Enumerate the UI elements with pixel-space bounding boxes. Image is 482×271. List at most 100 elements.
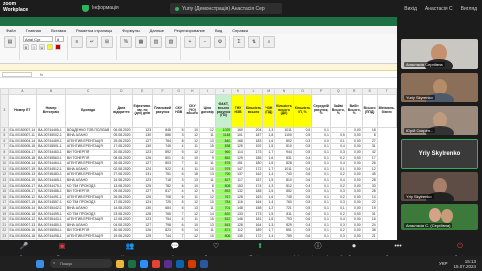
column-header[interactable]: Номер ЕТ [7,93,38,128]
italic-icon[interactable]: I [31,44,37,50]
table-cell[interactable]: 20.08.2020 [110,149,133,156]
column-header[interactable]: Бригада [64,93,112,128]
table-cell[interactable]: ВА-00745488-1 [36,188,66,195]
table-cell[interactable]: 17.08.2020 [110,199,133,206]
excel-taskbar-icon[interactable] [128,259,136,268]
participant-tile[interactable]: Yriy Skylrenko [401,172,478,201]
ribbon-tab[interactable]: Главная [26,28,41,34]
ribbon-tab[interactable]: Файл [6,28,16,34]
column-header[interactable]: СКУ НЗВ [171,93,186,128]
column-header[interactable]: Кількість всього [243,93,264,128]
table-cell[interactable]: 13.08.2020 [110,182,133,190]
sort-filter-icon[interactable]: ⇅ [248,36,260,48]
table-cell[interactable]: ЕА-00150006-17 [7,182,38,190]
table-cell[interactable]: 24.08.2020 [110,176,133,184]
table-cell[interactable]: ЕА-00150004-17 [7,149,38,156]
table-cell[interactable]: ВОЦДЕНКО ТОВ ПОЛІЗАВ [64,126,112,134]
word-taskbar-icon[interactable] [200,259,208,268]
file-explorer-icon[interactable] [116,259,124,268]
ribbon-tab[interactable]: Вставка [51,28,66,34]
column-header[interactable]: Всього (ППД) [361,93,378,128]
table-cell[interactable]: ВА-00744495-1 [36,210,66,218]
table-format-icon[interactable]: ▥ [150,36,162,48]
participant-tile-active[interactable]: Yriy Skylrenko [401,139,478,169]
ribbon-tab[interactable]: Разметка страницы [76,28,112,34]
ribbon-tab[interactable]: Вид [215,28,222,34]
table-cell[interactable]: 17.08.2020 [110,143,133,150]
table-cell[interactable]: ЕА-00150006-12 [7,193,38,201]
column-header[interactable]: Ціна договір [198,93,216,128]
formula-bar[interactable]: fx [0,71,397,78]
table-cell[interactable]: 25.08.2020 [110,137,133,145]
table-cell[interactable]: 27.08.2020 [110,171,133,178]
table-cell[interactable]: ВА-00744463-1 [36,149,66,156]
align-icon[interactable]: ≡ [71,36,83,48]
table-cell[interactable]: ЕА-00150007-11 [7,132,38,139]
table-cell[interactable]: 06.08.2020 [110,126,133,134]
table-cell[interactable]: 26.08.2020 [110,160,133,167]
font-size-box[interactable]: 8 [55,36,64,42]
taskbar-search-input[interactable]: ⌕ Пошук [50,259,112,268]
table-cell[interactable]: 02.08.2020 [110,165,133,173]
table-cell[interactable]: ЕА-00150005-18 [7,154,38,162]
table-cell[interactable]: ВА-00744491-1 [36,193,66,201]
column-header[interactable]: Дата відкриття [110,93,133,128]
column-header[interactable]: Плановий рахунок [152,93,173,128]
table-cell[interactable]: ВА-00744512-1 [36,165,66,173]
participant-tile[interactable]: Анастасія С. (Сергіївна) [401,204,478,230]
table-cell[interactable]: 19.08.2020 [110,232,133,240]
ribbon-tab[interactable]: Рецензирование [174,28,205,34]
table-cell[interactable]: 04.08.2020 [110,221,133,229]
table-cell[interactable]: ЕА-00150004-19 [7,176,38,184]
table-cell[interactable]: ВА-00744465-1 [36,176,66,184]
ribbon-tab[interactable]: Справка [232,28,248,34]
number-format-icon[interactable]: % [120,36,132,48]
table-cell[interactable]: ЕА-00150005-13 [7,171,38,178]
table-cell[interactable]: 08.08.2020 [110,154,133,162]
column-header[interactable]: ЧЗН (ПД) [262,93,276,128]
column-header[interactable]: Ефективн. заг. по (дні) днів [131,93,154,128]
table-cell[interactable]: ВА-00744480-1 [36,221,66,229]
participant-tile[interactable]: Yuriy Skyrenko [401,73,478,102]
font-name-box[interactable]: Arial Cyr [23,36,53,42]
ribbon-tab[interactable]: Формулы [122,28,139,34]
column-header[interactable]: ФАКТ, всього рахунок (ПЗ) [214,93,233,128]
table-cell[interactable]: 12.08.2020 [110,216,133,223]
table-cell[interactable]: ВА-00745563-1 [36,154,66,162]
table-cell[interactable]: 05.08.2020 [110,132,133,139]
table-cell[interactable]: ЕА-00150007-19 [7,165,38,173]
table-cell[interactable]: ЕА-00150005-14 [7,204,38,212]
app-taskbar-icon[interactable] [164,259,172,268]
chrome-taskbar-icon[interactable] [152,259,160,268]
language-indicator[interactable]: УКР [439,261,447,266]
ribbon-tab[interactable]: Данные [150,28,164,34]
zoom-taskbar-icon[interactable] [140,259,148,268]
powerpoint-taskbar-icon[interactable] [188,259,196,268]
column-header[interactable]: Зайві Всього, % [329,93,347,128]
font-color-icon[interactable] [55,44,61,50]
table-cell[interactable]: 14.08.2020 [110,204,133,212]
find-icon[interactable]: ⌕ [263,36,275,48]
sum-icon[interactable]: Σ [233,36,245,48]
column-header[interactable]: ГНУ НЗВ [231,93,245,128]
column-header[interactable]: Кількість ІП, % [292,93,313,128]
bold-icon[interactable]: B [23,44,29,50]
table-cell[interactable]: 30.08.2020 [110,227,133,234]
paste-icon[interactable]: ▤ [4,36,16,48]
table-cell[interactable]: ВА-00744465-1 [36,126,66,134]
top-right-item-0[interactable]: Вихід [404,6,417,12]
table-cell[interactable]: ВА-00745002-1 [36,132,66,139]
column-header[interactable]: Кількість всього (ДК) [274,93,294,128]
spreadsheet-grid[interactable]: A B C D E F G H I J K L M N O P Q R S T … [0,88,397,240]
table-cell[interactable]: ЕА-00150007-14 [7,126,38,134]
name-box[interactable] [2,72,32,77]
table-cell[interactable]: ВА-00744498-1 [36,232,66,240]
table-cell[interactable]: ЕА-00150007-13 [7,221,38,229]
top-right-item-1[interactable]: Анастасія С [425,6,453,12]
cell-styles-icon[interactable]: ▧ [165,36,177,48]
conditional-format-icon[interactable]: ▦ [135,36,147,48]
table-cell[interactable]: 09.08.2020 [110,188,133,195]
table-cell[interactable]: ЕА-00150004-18 [7,232,38,240]
windows-start-icon[interactable] [36,259,44,268]
table-cell[interactable]: 26.08.2020 [110,193,133,201]
